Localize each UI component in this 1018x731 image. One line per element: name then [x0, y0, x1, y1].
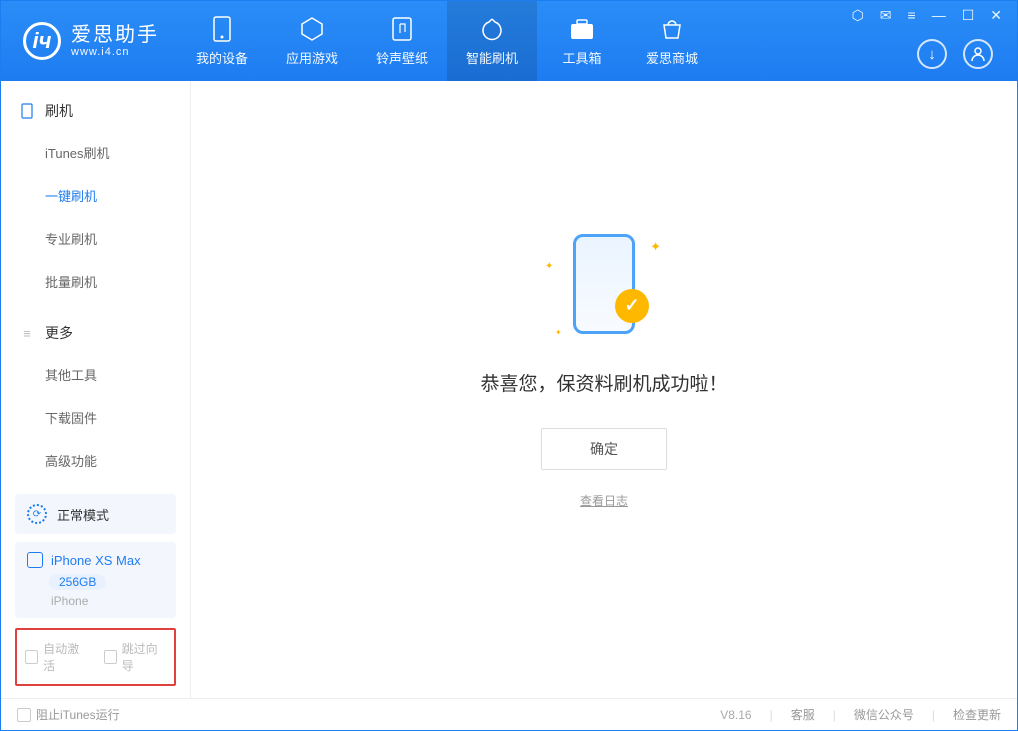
- shirt-icon[interactable]: ⬡: [847, 7, 869, 24]
- device-type: iPhone: [51, 594, 164, 608]
- checkbox-label: 跳过向导: [122, 640, 166, 674]
- apps-icon: [299, 16, 325, 42]
- ringtone-icon: [389, 16, 415, 42]
- tab-label: 智能刷机: [466, 48, 518, 67]
- refresh-icon: ⟳: [27, 504, 47, 524]
- download-button[interactable]: ↓: [917, 39, 947, 69]
- toolbox-icon: [569, 16, 595, 42]
- mode-label: 正常模式: [57, 505, 109, 524]
- footer: 阻止iTunes运行 V8.16 | 客服 | 微信公众号 | 检查更新: [1, 698, 1017, 730]
- tab-label: 爱思商城: [646, 48, 698, 67]
- feedback-icon[interactable]: ✉: [875, 7, 897, 24]
- phone-icon: [19, 103, 35, 119]
- top-tabs: 我的设备 应用游戏 铃声壁纸 智能刷机 工具箱 爱思商城: [177, 1, 717, 81]
- nav-header-more: ≡ 更多: [1, 313, 190, 353]
- tab-my-device[interactable]: 我的设备: [177, 1, 267, 81]
- store-icon: [659, 16, 685, 42]
- maximize-button[interactable]: ☐: [957, 7, 980, 24]
- tab-apps[interactable]: 应用游戏: [267, 1, 357, 81]
- checkbox-auto-activate[interactable]: 自动激活: [25, 640, 88, 674]
- tab-label: 应用游戏: [286, 48, 338, 67]
- sparkle-icon: ✦: [545, 261, 553, 272]
- check-badge-icon: ✓: [615, 289, 649, 323]
- checkbox-skip-guide[interactable]: 跳过向导: [104, 640, 167, 674]
- nav-item-itunes-flash[interactable]: iTunes刷机: [1, 131, 190, 174]
- nav-title: 更多: [45, 323, 73, 343]
- nav-header-flash: 刷机: [1, 91, 190, 131]
- minimize-button[interactable]: —: [927, 7, 951, 24]
- version-label: V8.16: [720, 708, 751, 722]
- checkbox-icon: [17, 708, 31, 722]
- device-box[interactable]: iPhone XS Max 256GB iPhone: [15, 542, 176, 618]
- nav-item-download-firmware[interactable]: 下载固件: [1, 396, 190, 439]
- device-name: iPhone XS Max: [51, 553, 141, 568]
- tab-ringtone[interactable]: 铃声壁纸: [357, 1, 447, 81]
- user-button[interactable]: [963, 39, 993, 69]
- success-graphic: ✓ ✦ ✦ ✦: [549, 231, 659, 341]
- checkbox-icon: [104, 650, 117, 664]
- tab-label: 铃声壁纸: [376, 48, 428, 67]
- nav-item-advanced[interactable]: 高级功能: [1, 439, 190, 482]
- nav-item-pro-flash[interactable]: 专业刷机: [1, 217, 190, 260]
- sidebar-footer: ⟳ 正常模式 iPhone XS Max 256GB iPhone 自动激活: [1, 494, 190, 698]
- nav-item-other-tools[interactable]: 其他工具: [1, 353, 190, 396]
- success-message: 恭喜您，保资料刷机成功啦！: [480, 369, 727, 396]
- checkbox-icon: [25, 650, 38, 664]
- nav-section-flash: 刷机 iTunes刷机 一键刷机 专业刷机 批量刷机: [1, 81, 190, 303]
- main-content: ✓ ✦ ✦ ✦ 恭喜您，保资料刷机成功啦！ 确定 查看日志: [191, 81, 1017, 698]
- list-icon: ≡: [19, 325, 35, 341]
- tab-store[interactable]: 爱思商城: [627, 1, 717, 81]
- tab-toolbox[interactable]: 工具箱: [537, 1, 627, 81]
- tab-label: 我的设备: [196, 48, 248, 67]
- device-icon: [209, 16, 235, 42]
- checkbox-label: 自动激活: [43, 640, 87, 674]
- app-window: iч 爱思助手 www.i4.cn 我的设备 应用游戏 铃声壁纸 智能刷机: [0, 0, 1018, 731]
- nav-item-oneclick-flash[interactable]: 一键刷机: [1, 174, 190, 217]
- header-right: ⬡ ✉ ≡ — ☐ ✕ ↓: [847, 1, 1007, 81]
- nav-section-more: ≡ 更多 其他工具 下载固件 高级功能: [1, 303, 190, 482]
- brand-url: www.i4.cn: [71, 46, 159, 58]
- mode-box[interactable]: ⟳ 正常模式: [15, 494, 176, 534]
- checkbox-label: 阻止iTunes运行: [36, 706, 120, 723]
- body: 刷机 iTunes刷机 一键刷机 专业刷机 批量刷机 ≡ 更多 其他工具 下载固…: [1, 81, 1017, 698]
- window-controls: ⬡ ✉ ≡ — ☐ ✕: [847, 7, 1007, 24]
- nav-title: 刷机: [45, 101, 73, 121]
- storage-badge: 256GB: [49, 574, 106, 590]
- support-link[interactable]: 客服: [791, 706, 815, 723]
- highlighted-checkbox-row: 自动激活 跳过向导: [15, 628, 176, 686]
- nav-item-batch-flash[interactable]: 批量刷机: [1, 260, 190, 303]
- logo-area: iч 爱思助手 www.i4.cn: [1, 22, 177, 60]
- wechat-link[interactable]: 微信公众号: [854, 706, 914, 723]
- view-log-link[interactable]: 查看日志: [580, 492, 628, 509]
- sparkle-icon: ✦: [650, 239, 661, 255]
- checkbox-block-itunes[interactable]: 阻止iTunes运行: [17, 706, 120, 723]
- brand-name: 爱思助手: [71, 24, 159, 46]
- sparkle-icon: ✦: [555, 328, 562, 337]
- phone-icon: [27, 552, 43, 568]
- ok-button[interactable]: 确定: [541, 428, 667, 470]
- flash-icon: [479, 16, 505, 42]
- check-update-link[interactable]: 检查更新: [953, 706, 1001, 723]
- header: iч 爱思助手 www.i4.cn 我的设备 应用游戏 铃声壁纸 智能刷机: [1, 1, 1017, 81]
- close-button[interactable]: ✕: [985, 7, 1007, 24]
- tab-smart-flash[interactable]: 智能刷机: [447, 1, 537, 81]
- logo-icon: iч: [23, 22, 61, 60]
- menu-icon[interactable]: ≡: [903, 7, 921, 24]
- tab-label: 工具箱: [562, 48, 601, 67]
- sidebar: 刷机 iTunes刷机 一键刷机 专业刷机 批量刷机 ≡ 更多 其他工具 下载固…: [1, 81, 191, 698]
